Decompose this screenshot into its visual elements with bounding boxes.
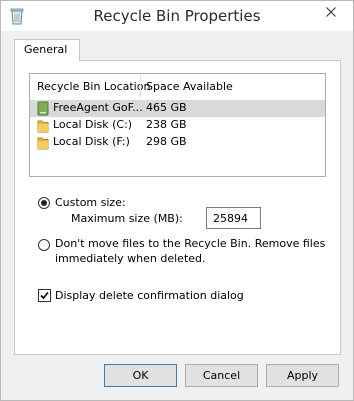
apply-button[interactable]: Apply	[266, 364, 339, 387]
folder-drive-icon	[37, 137, 49, 150]
ok-button[interactable]: OK	[104, 364, 177, 387]
max-size-label: Maximum size (MB):	[71, 212, 183, 225]
dialog-window: Recycle Bin Properties General Recycle B…	[0, 0, 354, 401]
confirm-delete-label[interactable]: Display delete confirmation dialog	[55, 289, 244, 302]
recycle-bin-locations-list[interactable]: Recycle Bin Location Space Available Fre…	[29, 73, 326, 177]
location-name: Local Disk (C:)	[53, 118, 133, 131]
location-space: 238 GB	[146, 118, 187, 131]
dont-move-label-line1[interactable]: Don't move files to the Recycle Bin. Rem…	[55, 237, 325, 250]
checkmark-icon	[40, 291, 49, 300]
custom-size-radio[interactable]	[38, 197, 50, 209]
column-header-location[interactable]: Recycle Bin Location	[37, 80, 150, 93]
dont-move-radio[interactable]	[38, 239, 50, 251]
list-header: Recycle Bin Location Space Available	[30, 74, 325, 100]
tab-general[interactable]: General	[14, 39, 80, 61]
location-name: Local Disk (F:)	[53, 135, 130, 148]
column-divider[interactable]	[140, 74, 141, 98]
column-header-space[interactable]: Space Available	[146, 80, 233, 93]
close-button[interactable]	[308, 1, 353, 22]
max-size-input[interactable]	[206, 207, 261, 229]
folder-drive-icon	[37, 120, 49, 133]
external-drive-icon	[37, 101, 49, 116]
location-name: FreeAgent GoF...	[53, 101, 143, 114]
window-title: Recycle Bin Properties	[93, 7, 261, 25]
list-item-local-disk-c[interactable]: Local Disk (C:) 238 GB	[30, 117, 325, 134]
list-item-freeagent[interactable]: FreeAgent GoF... 465 GB	[30, 100, 325, 117]
custom-size-label[interactable]: Custom size:	[55, 196, 126, 209]
location-space: 465 GB	[146, 101, 187, 114]
title-bar[interactable]: Recycle Bin Properties	[1, 1, 353, 31]
confirm-delete-checkbox[interactable]	[38, 289, 51, 302]
list-item-local-disk-f[interactable]: Local Disk (F:) 298 GB	[30, 134, 325, 151]
cancel-button[interactable]: Cancel	[185, 364, 258, 387]
dont-move-label-line2[interactable]: immediately when deleted.	[55, 252, 206, 265]
location-space: 298 GB	[146, 135, 187, 148]
tab-general-label: General	[24, 43, 68, 56]
close-icon	[325, 6, 336, 17]
